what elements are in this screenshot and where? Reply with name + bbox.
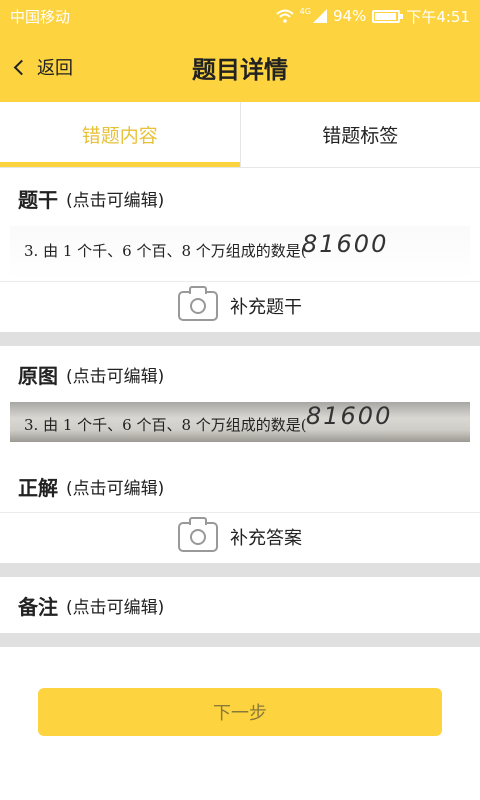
- stem-handwriting: 81600: [302, 230, 389, 258]
- original-section-header[interactable]: 原图 (点击可编辑): [0, 346, 480, 402]
- stem-section-header[interactable]: 题干 (点击可编辑): [0, 170, 480, 226]
- next-step-button[interactable]: 下一步: [38, 688, 442, 736]
- tab-mistake-content[interactable]: 错题内容: [0, 102, 240, 167]
- battery-icon: [372, 9, 404, 23]
- stem-photo-text: 3. 由 1 个千、6 个百、8 个万组成的数是(: [24, 242, 307, 260]
- section-separator: [0, 563, 480, 577]
- add-answer-button[interactable]: 补充答案: [0, 513, 480, 561]
- battery-fill: [375, 12, 396, 20]
- edit-hint: (点击可编辑): [66, 366, 165, 387]
- back-label: 返回: [37, 58, 73, 79]
- add-answer-label: 补充答案: [230, 528, 302, 549]
- section-title: 原图: [18, 363, 58, 388]
- answer-section-header[interactable]: 正解 (点击可编辑): [0, 458, 480, 514]
- stem-photo[interactable]: 3. 由 1 个千、6 个百、8 个万组成的数是( 81600: [10, 226, 470, 280]
- camera-lens: [190, 529, 206, 545]
- original-photo-text: 3. 由 1 个千、6 个百、8 个万组成的数是(: [24, 416, 307, 434]
- add-stem-button[interactable]: 补充题干: [0, 282, 480, 330]
- edit-hint: (点击可编辑): [66, 597, 165, 618]
- notes-section-header[interactable]: 备注 (点击可编辑): [0, 577, 480, 633]
- next-step-label: 下一步: [213, 703, 267, 724]
- section-title: 备注: [18, 594, 58, 619]
- camera-icon: [178, 286, 218, 321]
- original-photo[interactable]: 3. 由 1 个千、6 个百、8 个万组成的数是( 81600: [10, 402, 470, 442]
- page-title: 题目详情: [192, 55, 288, 84]
- section-title: 正解: [18, 475, 58, 500]
- battery-percent: 94%: [332, 7, 367, 25]
- camera-lens: [190, 298, 206, 314]
- camera-icon: [178, 517, 218, 552]
- signal-icon: [312, 9, 327, 23]
- status-indicators: 4G 94% 下午4:51: [276, 6, 470, 27]
- add-stem-label: 补充题干: [230, 297, 302, 318]
- section-separator: [0, 633, 480, 647]
- network-type-label: 4G: [299, 6, 311, 16]
- section-title: 题干: [18, 187, 58, 212]
- tab-label: 错题标签: [322, 125, 399, 147]
- tab-mistake-tags[interactable]: 错题标签: [241, 102, 480, 167]
- tab-label: 错题内容: [81, 125, 158, 147]
- clock: 下午4:51: [406, 7, 470, 26]
- edit-hint: (点击可编辑): [66, 190, 165, 211]
- tab-bar: 错题内容 错题标签: [0, 102, 480, 168]
- chevron-left-icon: [13, 59, 30, 75]
- edit-hint: (点击可编辑): [66, 478, 165, 499]
- app-header: 返回 题目详情: [0, 32, 480, 102]
- wifi-icon: [276, 9, 294, 23]
- section-separator: [0, 332, 480, 346]
- back-button[interactable]: 返回: [10, 32, 73, 102]
- status-bar: 中国移动 4G 94% 下午4:51: [0, 0, 480, 32]
- original-handwriting: 81600: [306, 402, 393, 430]
- carrier-label: 中国移动: [10, 7, 71, 26]
